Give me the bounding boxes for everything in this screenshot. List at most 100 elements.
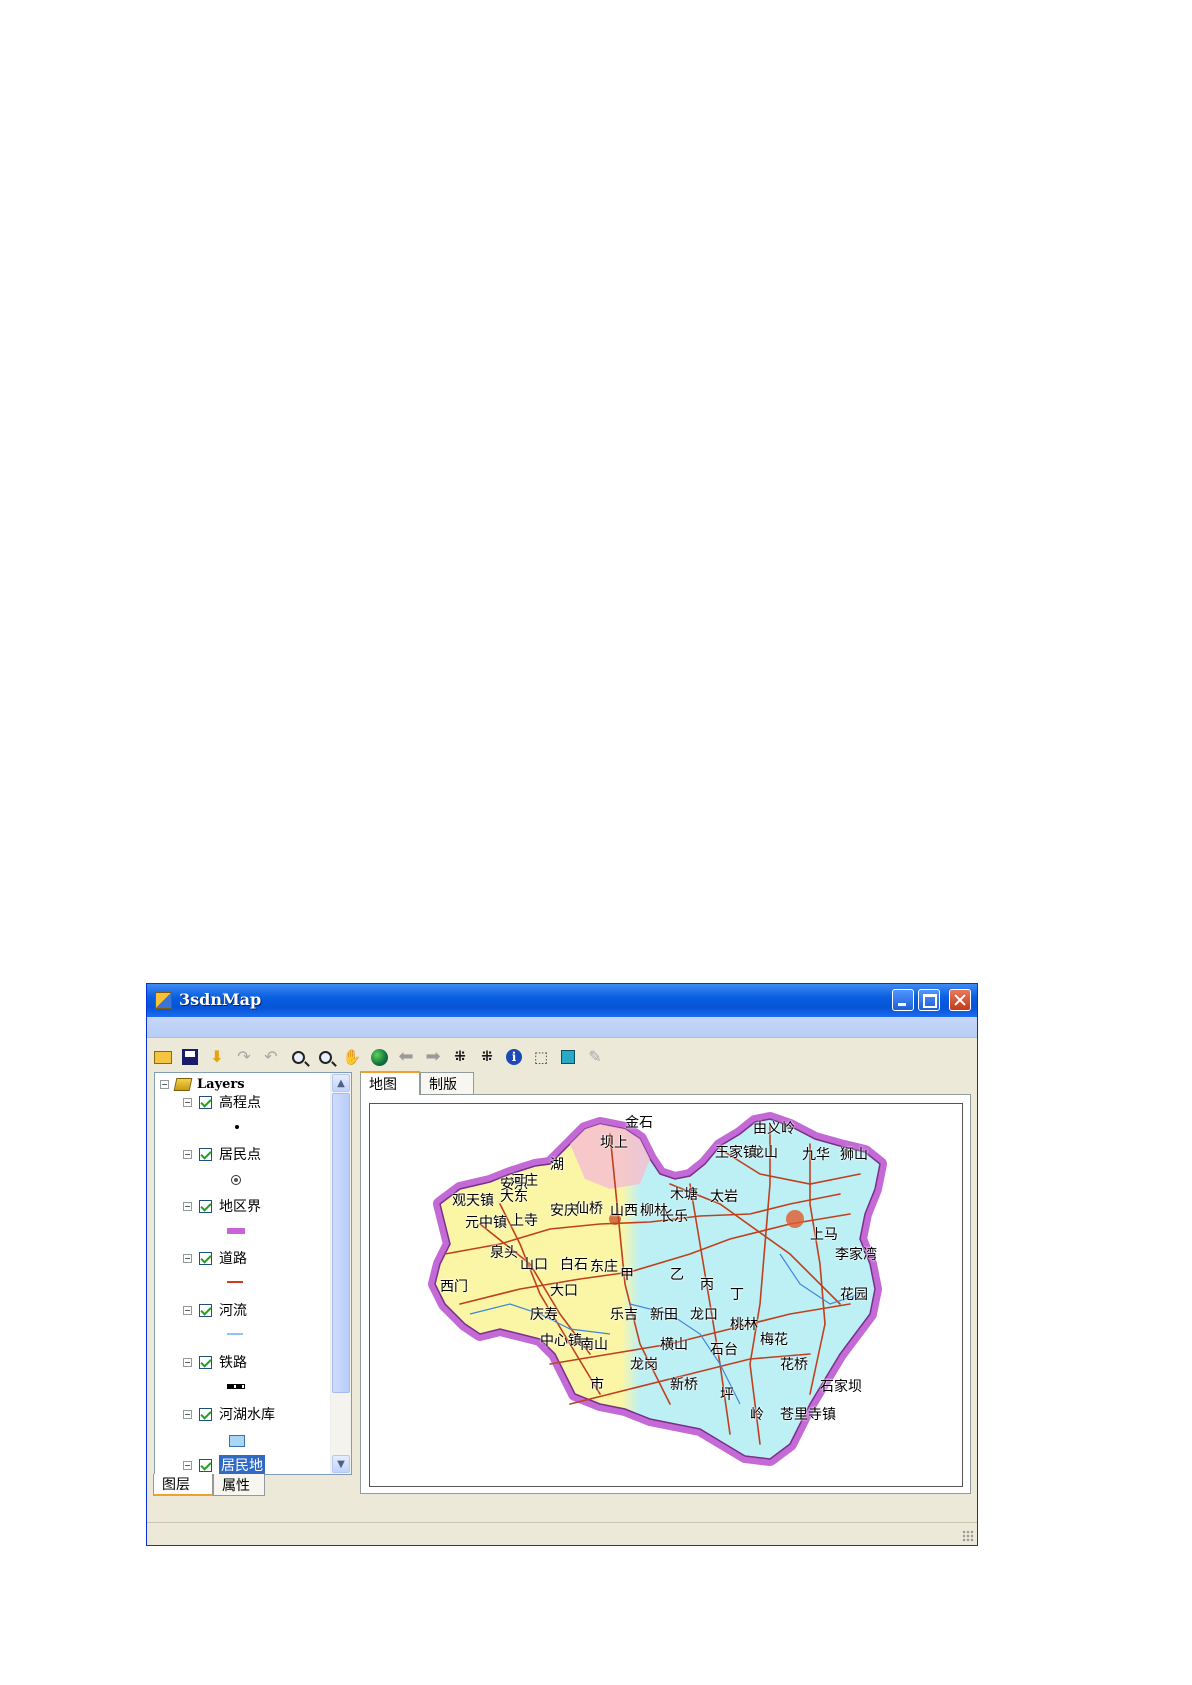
- toolbar: ⬇ ↷ ↶ ✋ ⬅ ➡ ⁜ ⁜ i ⬚ ✎: [147, 1038, 977, 1072]
- pan-icon[interactable]: ✋: [341, 1046, 363, 1068]
- edit-icon[interactable]: ✎: [584, 1046, 606, 1068]
- layer-visibility-checkbox[interactable]: [199, 1199, 212, 1213]
- map-place-label: 太岩: [710, 1189, 738, 1205]
- map-place-label: 上寺: [510, 1213, 538, 1229]
- open-icon[interactable]: [152, 1046, 174, 1068]
- settlement-symbol: [231, 1175, 241, 1185]
- map-place-label: 石台: [710, 1342, 738, 1358]
- identify-icon[interactable]: i: [503, 1046, 525, 1068]
- zoom-out-icon[interactable]: [314, 1046, 336, 1068]
- map-place-label: 丁: [730, 1287, 744, 1303]
- layer-item[interactable]: − 道路: [183, 1249, 247, 1267]
- layer-item[interactable]: − 居民点: [183, 1145, 261, 1163]
- maximize-button[interactable]: [918, 989, 940, 1011]
- map-place-label: 龙口: [690, 1307, 718, 1323]
- layer-item[interactable]: − 居民地: [183, 1455, 265, 1474]
- map-place-label: 河庄: [510, 1173, 538, 1189]
- map-place-label: 甲: [620, 1267, 634, 1283]
- undo-icon[interactable]: ↶: [260, 1046, 282, 1068]
- layer-item[interactable]: − 高程点: [183, 1093, 261, 1111]
- layer-visibility-checkbox[interactable]: [199, 1147, 212, 1161]
- map-place-label: 乐吉: [610, 1307, 638, 1323]
- map-place-label: 狮山: [840, 1147, 868, 1163]
- map-place-label: 王家镇: [715, 1145, 757, 1161]
- map-place-label: 坪: [720, 1387, 734, 1403]
- forward-icon[interactable]: ➡: [422, 1046, 444, 1068]
- collapse-icon[interactable]: −: [183, 1201, 192, 1211]
- map-place-label: 观天镇: [452, 1193, 494, 1209]
- map-place-label: 梅花: [760, 1332, 788, 1348]
- collapse-icon[interactable]: −: [183, 1409, 192, 1419]
- map-place-label: 中心镇: [540, 1333, 582, 1349]
- layer-item[interactable]: − 地区界: [183, 1197, 261, 1215]
- map-place-label: 岭: [750, 1407, 764, 1423]
- tab-properties[interactable]: 属性: [213, 1474, 265, 1496]
- minimize-button[interactable]: [892, 989, 914, 1011]
- save-icon[interactable]: [179, 1046, 201, 1068]
- map-control[interactable]: 金石 由义岭 坝上 龙山 王家镇 九华 狮山 安乐 大东 河庄湖观天镇 元中镇 上寺 仙桥 安庆 山西 柳林长…: [369, 1103, 963, 1487]
- layer-visibility-checkbox[interactable]: [199, 1355, 212, 1369]
- full-extent-icon[interactable]: [368, 1046, 390, 1068]
- map-place-label: 白石: [560, 1257, 588, 1273]
- lake-symbol: [229, 1435, 245, 1447]
- layer-name: 河流: [219, 1303, 247, 1319]
- scroll-down-icon[interactable]: ▼: [332, 1455, 350, 1473]
- tab-layers[interactable]: 图层: [153, 1474, 213, 1496]
- layer-name: 道路: [219, 1251, 247, 1267]
- back-icon[interactable]: ⬅: [395, 1046, 417, 1068]
- collapse-icon[interactable]: −: [183, 1149, 192, 1159]
- layer-name: 居民地: [219, 1455, 265, 1474]
- map-place-label: 桃林: [730, 1317, 758, 1333]
- close-button[interactable]: [949, 989, 971, 1011]
- layers-root-label: Layers: [197, 1076, 245, 1092]
- tab-layout[interactable]: 制版: [420, 1072, 474, 1094]
- map-place-label: 安庆: [550, 1203, 578, 1219]
- layer-name: 高程点: [219, 1095, 261, 1111]
- collapse-icon[interactable]: −: [160, 1079, 169, 1089]
- collapse-icon[interactable]: −: [183, 1305, 192, 1315]
- layer-visibility-checkbox[interactable]: [199, 1251, 212, 1265]
- scroll-thumb[interactable]: [332, 1093, 350, 1393]
- layer-item[interactable]: − 河湖水库: [183, 1405, 275, 1423]
- map-place-label: 湖: [550, 1157, 564, 1173]
- add-data-icon[interactable]: ⬇: [206, 1046, 228, 1068]
- layer-visibility-checkbox[interactable]: [199, 1458, 212, 1472]
- layer-item[interactable]: − 河流: [183, 1301, 247, 1319]
- layer-tree: − Layers − 高程点 − 居民点 − 地区界 − 道路 − 河流 − 铁…: [155, 1073, 331, 1474]
- map-place-label: 仙桥: [575, 1201, 603, 1217]
- clear-selection-icon[interactable]: [557, 1046, 579, 1068]
- vertical-scrollbar[interactable]: ▲ ▼: [330, 1073, 351, 1474]
- layers-icon: [173, 1077, 193, 1091]
- layer-visibility-checkbox[interactable]: [199, 1407, 212, 1421]
- map-place-label: 丙: [700, 1277, 714, 1293]
- map-place-label: 南山: [580, 1337, 608, 1353]
- layers-root[interactable]: − Layers: [160, 1075, 245, 1093]
- collapse-icon[interactable]: −: [183, 1460, 192, 1470]
- map-place-label: 山西: [610, 1203, 638, 1219]
- collapse-icon[interactable]: −: [183, 1097, 192, 1107]
- railway-symbol: [227, 1384, 245, 1389]
- layer-item[interactable]: − 铁路: [183, 1353, 247, 1371]
- tab-map[interactable]: 地图: [360, 1071, 420, 1095]
- layer-visibility-checkbox[interactable]: [199, 1095, 212, 1109]
- layer-visibility-checkbox[interactable]: [199, 1303, 212, 1317]
- zoom-in-icon[interactable]: [287, 1046, 309, 1068]
- select-icon[interactable]: ⬚: [530, 1046, 552, 1068]
- table-of-contents: − Layers − 高程点 − 居民点 − 地区界 − 道路 − 河流 − 铁…: [154, 1072, 352, 1475]
- map-place-label: 金石: [625, 1115, 653, 1131]
- fixed-zoom-out-icon[interactable]: ⁜: [476, 1046, 498, 1068]
- map-place-label: 坝上: [600, 1135, 628, 1151]
- view-area: 地图 制版 金石 由义岭 坝上 龙山 王家镇 九华 狮山 安乐 大东 河庄 湖 …: [360, 1071, 971, 1494]
- collapse-icon[interactable]: −: [183, 1253, 192, 1263]
- scroll-up-icon[interactable]: ▲: [332, 1074, 350, 1092]
- city-cluster-marker: [786, 1210, 804, 1228]
- title-bar[interactable]: 3sdnMap: [147, 984, 977, 1017]
- collapse-icon[interactable]: −: [183, 1357, 192, 1367]
- fixed-zoom-in-icon[interactable]: ⁜: [449, 1046, 471, 1068]
- map-tab-body: 金石 由义岭 坝上 龙山 王家镇 九华 狮山 安乐 大东 河庄湖观天镇 元中镇 上寺 仙桥 安庆 山西 柳林长…: [360, 1094, 971, 1494]
- map-place-label: 市: [590, 1377, 604, 1393]
- redo-icon[interactable]: ↷: [233, 1046, 255, 1068]
- window-title: 3sdnMap: [179, 990, 262, 1009]
- resize-grip-icon[interactable]: [962, 1530, 974, 1542]
- map-place-label: 九华: [802, 1147, 830, 1163]
